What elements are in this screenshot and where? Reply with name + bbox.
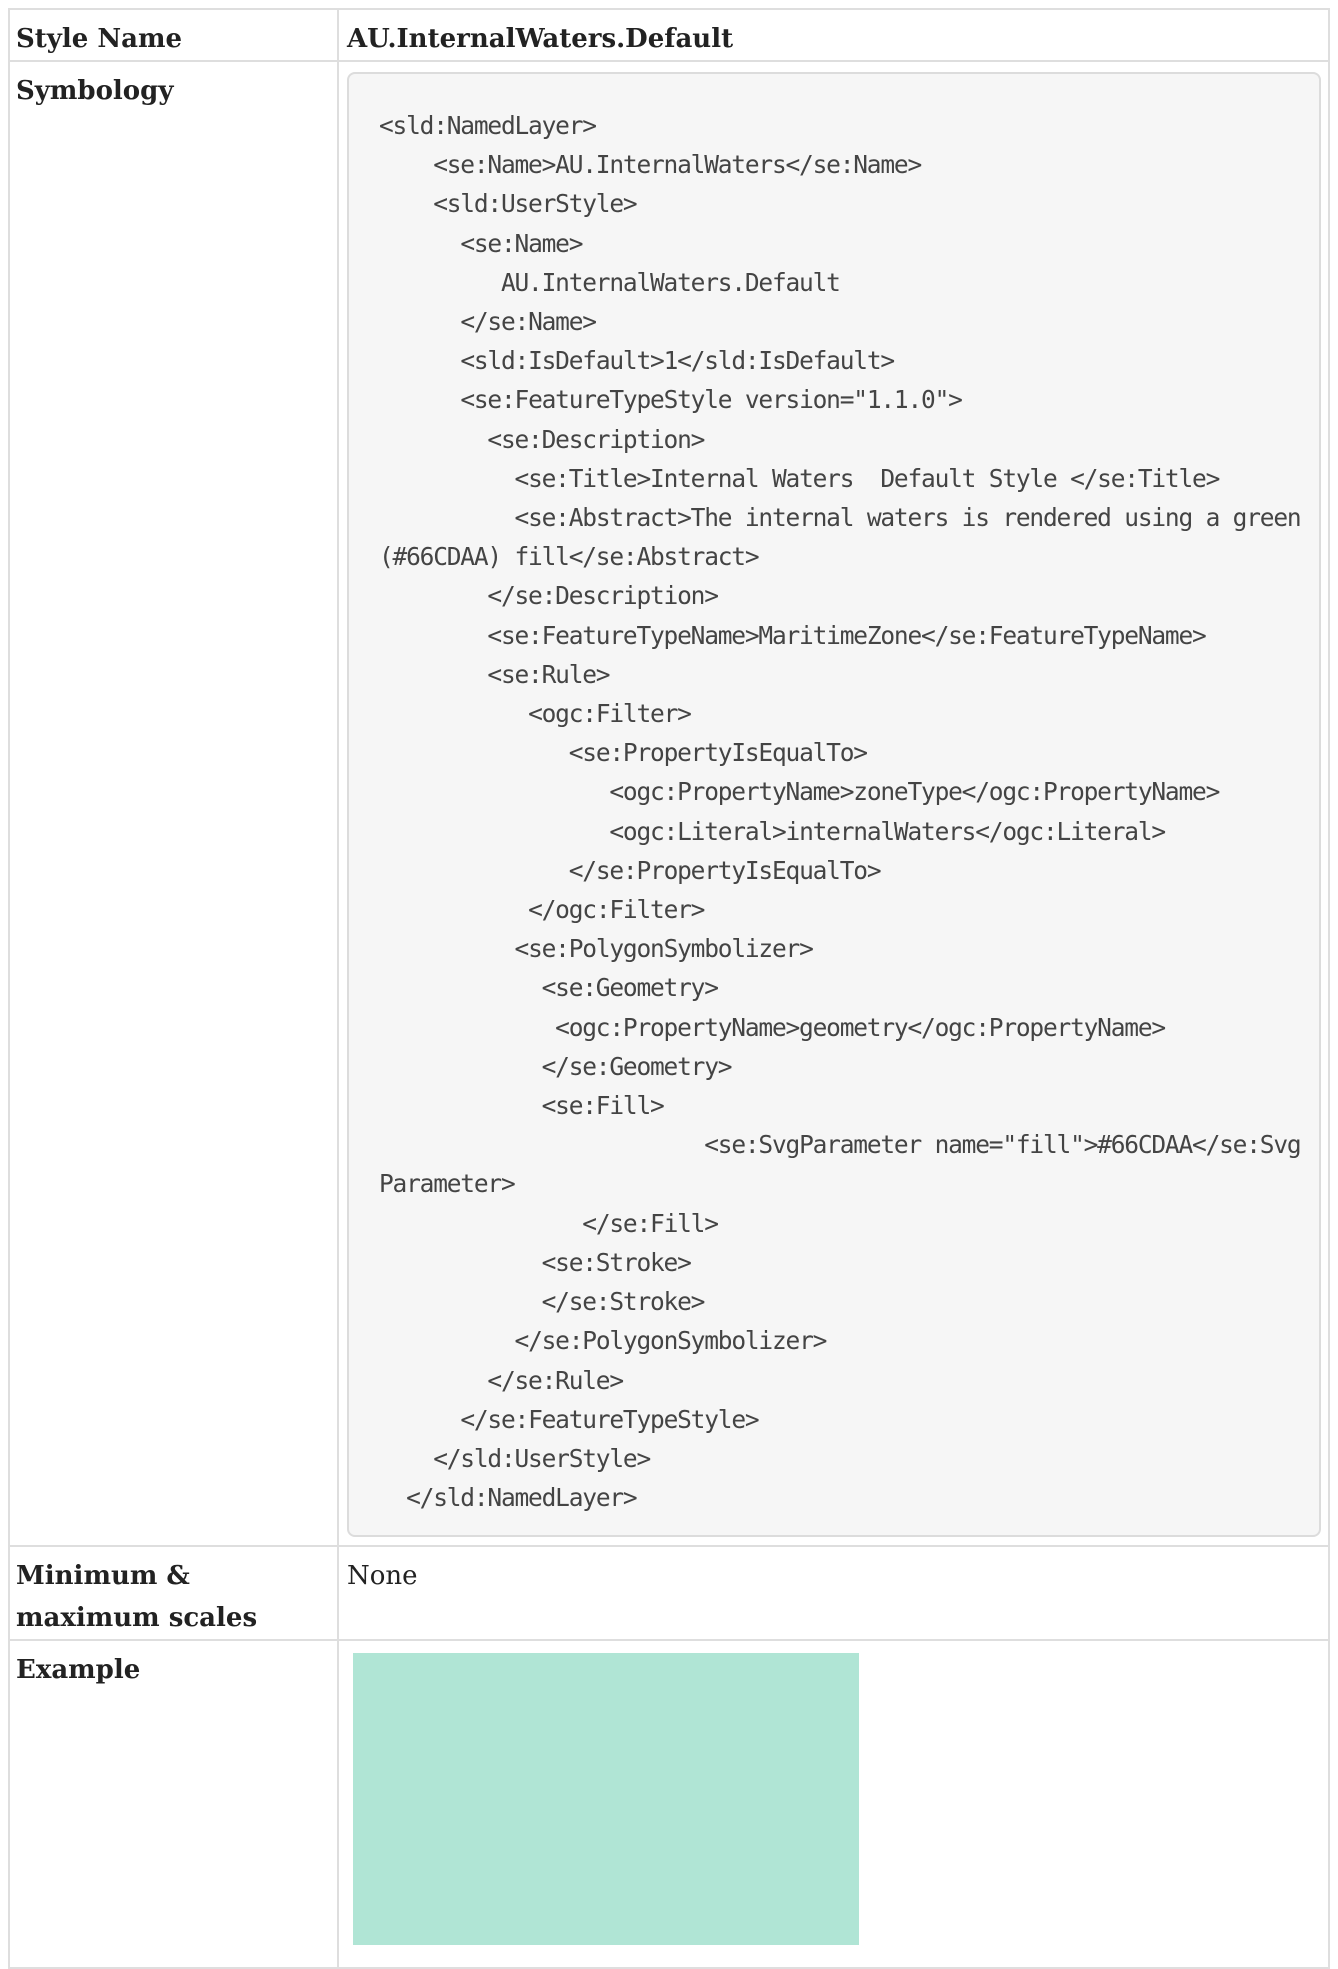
scales-label: Minimum & maximum scales — [16, 1561, 258, 1634]
scales-value: None — [347, 1561, 418, 1592]
row-scales: Minimum & maximum scales None — [8, 1545, 1330, 1642]
sld-code-block: <sld:NamedLayer> <se:Name>AU.InternalWat… — [347, 72, 1321, 1538]
row-example: Example — [8, 1639, 1330, 1969]
style-name-label-cell: Style Name — [8, 8, 339, 62]
style-name-value-cell: AU.InternalWaters.Default — [337, 8, 1330, 62]
row-symbology: Symbology <sld:NamedLayer> <se:Name>AU.I… — [8, 59, 1330, 1548]
style-name-value: AU.InternalWaters.Default — [347, 24, 734, 54]
style-table: Style Name AU.InternalWaters.Default Sym… — [8, 8, 1330, 1969]
row-style-name: Style Name AU.InternalWaters.Default — [8, 8, 1330, 62]
example-fill-swatch — [353, 1653, 859, 1946]
sld-code-text: <sld:NamedLayer> <se:Name>AU.InternalWat… — [379, 111, 1302, 1513]
scales-value-cell: None — [337, 1545, 1330, 1642]
style-name-label: Style Name — [16, 24, 183, 54]
scales-label-cell: Minimum & maximum scales — [8, 1545, 339, 1642]
example-value-cell — [337, 1639, 1330, 1969]
symbology-value-cell: <sld:NamedLayer> <se:Name>AU.InternalWat… — [337, 59, 1330, 1548]
symbology-label: Symbology — [16, 76, 174, 106]
symbology-label-cell: Symbology — [8, 59, 339, 1548]
example-label-cell: Example — [8, 1639, 339, 1969]
example-label: Example — [16, 1655, 141, 1686]
